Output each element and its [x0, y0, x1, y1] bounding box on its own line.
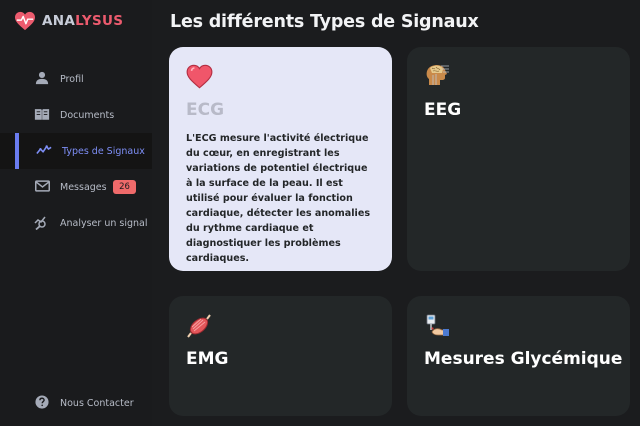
- sidebar-item-label: Nous Contacter: [60, 397, 134, 409]
- signal-card-emg[interactable]: EMG: [169, 296, 392, 416]
- sidebar-item-documents[interactable]: Documents: [0, 97, 152, 133]
- card-title: Mesures Glycémique: [424, 349, 623, 369]
- sidebar-item-label: Messages: [60, 181, 107, 193]
- sidebar-item-profil[interactable]: Profil: [0, 61, 152, 97]
- app-logo[interactable]: ANALYSUS: [14, 10, 123, 32]
- unread-badge: 26: [113, 180, 136, 194]
- glucose-meter-icon: [424, 313, 452, 341]
- signal-card-eeg[interactable]: EEG: [407, 47, 630, 271]
- signal-card-ecg[interactable]: ECG L'ECG mesure l'activité électrique d…: [169, 47, 392, 271]
- sidebar-item-analyser-un-signal[interactable]: Analyser un signal: [0, 205, 152, 241]
- card-title: ECG: [186, 100, 225, 120]
- heart-pulse-icon: [15, 11, 35, 31]
- sidebar-item-label: Analyser un signal: [60, 217, 148, 229]
- card-description: L'ECG mesure l'activité électrique du cœ…: [186, 133, 371, 264]
- active-indicator: [15, 133, 19, 169]
- signal-card-mesures-glycemique[interactable]: Mesures Glycémique: [407, 296, 630, 416]
- sidebar: ANALYSUS Profil Documents Types de Signa…: [0, 0, 152, 426]
- page-title: Les différents Types de Signaux: [170, 12, 479, 32]
- sidebar-item-label: Types de Signaux: [62, 145, 145, 157]
- mail-icon: [34, 178, 50, 194]
- sidebar-item-types-de-signaux[interactable]: Types de Signaux: [0, 133, 152, 169]
- sidebar-item-nous-contacter[interactable]: Nous Contacter: [0, 385, 152, 421]
- heart-icon: [186, 64, 214, 92]
- muscle-icon: [186, 313, 214, 341]
- sidebar-item-label: Documents: [60, 109, 115, 121]
- signal-line-icon: [36, 142, 52, 158]
- user-icon: [34, 70, 50, 86]
- card-title: EEG: [424, 100, 462, 120]
- brain-head-icon: [424, 64, 452, 92]
- sidebar-item-label: Profil: [60, 73, 84, 85]
- app-name: ANALYSUS: [42, 13, 124, 29]
- card-title: EMG: [186, 349, 229, 369]
- sidebar-item-messages[interactable]: Messages 26: [0, 169, 152, 205]
- help-circle-icon: [34, 394, 50, 410]
- book-icon: [34, 106, 50, 122]
- analyze-chart-icon: [34, 214, 50, 230]
